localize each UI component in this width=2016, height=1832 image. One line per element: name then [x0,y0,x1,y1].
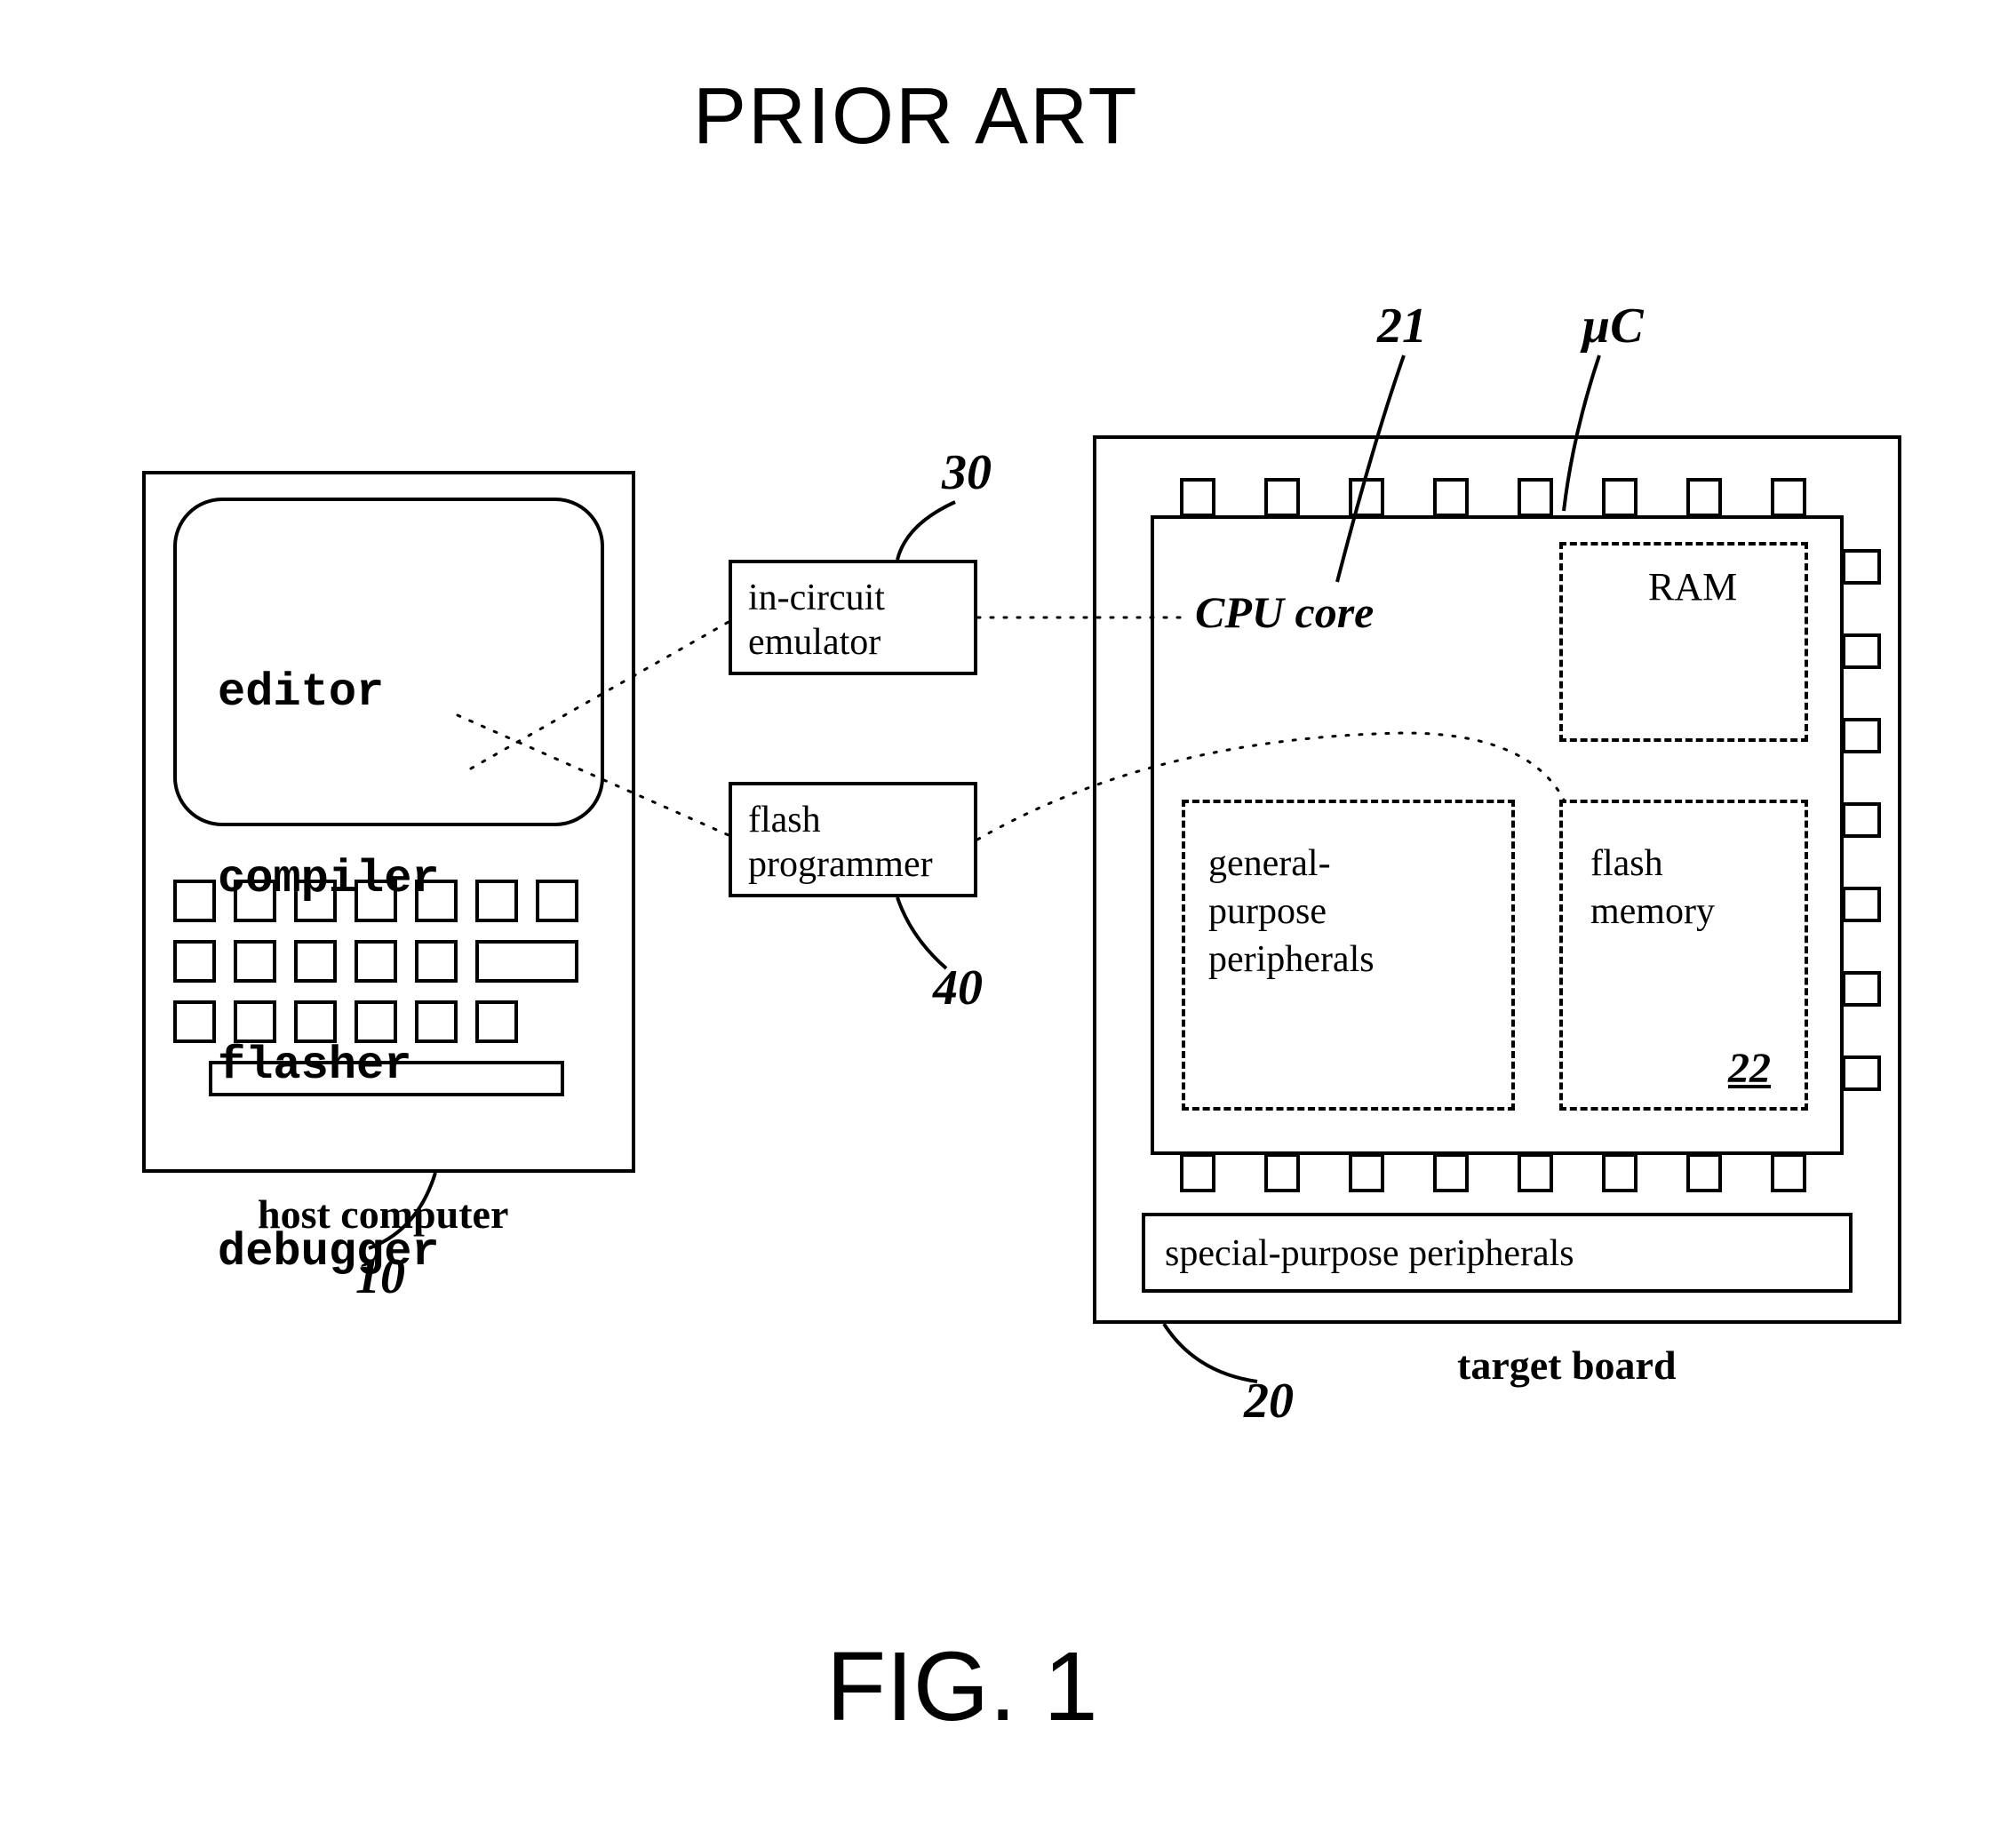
emulator-line2: emulator [748,620,958,665]
diagram-canvas: PRIOR ART editor compiler flasher debugg… [0,0,2016,1832]
chip-label: µC [1582,298,1644,354]
cpu-label: CPU core [1195,586,1374,638]
target-ref: 20 [1244,1373,1294,1430]
target-label: target board [1457,1342,1677,1389]
ram-label: RAM [1648,564,1737,609]
programmer-line2: programmer [748,842,958,887]
emulator-ref: 30 [942,444,992,501]
programmer-box: flash programmer [729,782,977,897]
screen-line-editor: editor [218,662,440,724]
keyboard [173,880,578,1096]
emulator-box: in-circuit emulator [729,560,977,675]
flash-ref: 22 [1728,1044,1771,1093]
sp-label: special-purpose peripherals [1165,1233,1574,1274]
programmer-ref: 40 [933,960,983,1016]
flash-label: flash memory [1590,840,1715,936]
host-label: host computer [258,1191,508,1238]
emulator-line1: in-circuit [748,576,958,620]
host-ref: 10 [355,1248,405,1305]
prior-art-title: PRIOR ART [693,71,1138,163]
gp-label: general- purpose peripherals [1208,840,1375,984]
cpu-ref: 21 [1377,298,1427,354]
sp-box: special-purpose peripherals [1142,1213,1853,1293]
programmer-line1: flash [748,798,958,842]
figure-label: FIG. 1 [826,1630,1098,1743]
